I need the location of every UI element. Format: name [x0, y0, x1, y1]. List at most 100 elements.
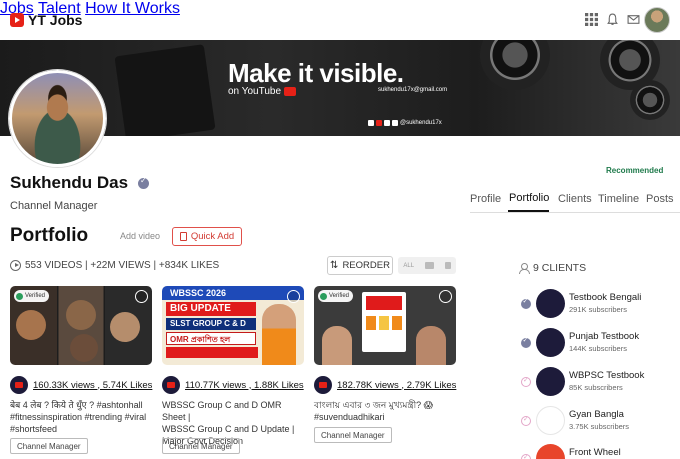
channel-icon [314, 376, 332, 394]
check-icon [521, 453, 531, 459]
client-item[interactable]: Punjab Testbook 144K subscribers [521, 328, 680, 358]
person-icon [519, 263, 530, 274]
youtube-icon [376, 120, 382, 126]
video-stats-text[interactable]: 160.33K views , 5.74K Likes [33, 380, 152, 391]
person-image [416, 326, 446, 365]
select-checkbox[interactable] [287, 290, 300, 303]
client-name: Testbook Bengali [569, 292, 642, 303]
client-name: WBPSC Testbook [569, 370, 645, 381]
header-icons [585, 13, 640, 26]
person-image [322, 326, 352, 365]
video-thumbnail[interactable]: Verified [314, 286, 456, 365]
person-image [262, 304, 296, 365]
portfolio-stats: 553 VIDEOS | +22M VIEWS | +834K LIKES [10, 260, 219, 271]
description-line: #shortsfeed [10, 424, 58, 434]
profile-avatar [9, 70, 106, 167]
video-stats: 110.77K views , 1.88K Likes [162, 376, 304, 394]
tab-portfolio[interactable]: Portfolio [509, 192, 549, 204]
portfolio-stats-text: 553 VIDEOS | +22M VIEWS | +834K LIKES [25, 260, 220, 271]
video-filter-icon[interactable] [424, 262, 434, 269]
role-tag: Channel Manager [314, 427, 392, 443]
client-name: Front Wheel [569, 447, 621, 458]
profile-role: Channel Manager [10, 200, 98, 212]
description-line: বাংলায় এবার ৩ জন মুখ্যমন্ত্রী? 😱 [314, 400, 434, 410]
clients-heading: 9 CLIENTS [519, 262, 586, 274]
client-avatar [536, 367, 565, 396]
video-stats-text[interactable]: 110.77K views , 1.88K Likes [185, 380, 304, 391]
instagram-icon [392, 120, 398, 126]
banner-title: Make it visible. [228, 58, 404, 88]
client-item[interactable]: Gyan Bangla 3.75K subscribers [521, 406, 680, 436]
active-tab-indicator [508, 210, 549, 212]
user-avatar[interactable] [644, 7, 670, 33]
shorts-filter-icon[interactable] [444, 262, 451, 269]
video-stats-text[interactable]: 182.78K views , 2.79K Likes [337, 380, 456, 391]
thumb-banner-text: WBSSC 2026 [162, 286, 304, 300]
view-filter-toggle[interactable]: ALL [398, 257, 456, 274]
role-tag: Channel Manager [162, 438, 240, 454]
bell-icon[interactable] [606, 13, 619, 26]
client-subscribers: 291K subscribers [569, 305, 627, 314]
x-icon [384, 120, 390, 126]
logo[interactable]: YT Jobs [10, 12, 82, 28]
client-subscribers: 144K subscribers [569, 344, 627, 353]
quick-add-button[interactable]: Quick Add [172, 227, 242, 246]
logo-text: YT Jobs [28, 12, 83, 28]
client-subscribers: 3.75K subscribers [569, 422, 630, 431]
video-description: बेब 4 लेब ? किये ते धुँए ? #ashtonhall #… [10, 399, 155, 435]
banner-handle-text: @sukhendu17x [400, 120, 442, 126]
role-tag: Channel Manager [10, 438, 88, 454]
video-description: বাংলায় এবার ৩ জন মুখ্যমন্ত্রী? 😱 #suven… [314, 399, 459, 423]
add-video-link[interactable]: Add video [120, 231, 160, 241]
top-bar: YT Jobs Jobs Talent How It Works [0, 0, 680, 40]
tab-clients[interactable]: Clients [558, 193, 592, 205]
nav-how-it-works[interactable]: How It Works [85, 0, 180, 17]
client-item[interactable]: Front Wheel [521, 444, 680, 459]
check-icon [521, 415, 531, 426]
client-avatar [536, 289, 565, 318]
play-circle-icon [10, 260, 21, 271]
check-icon [16, 292, 23, 300]
mail-icon[interactable] [627, 13, 640, 26]
channel-icon [162, 376, 180, 394]
check-icon [521, 297, 531, 309]
banner-subtitle-text: on YouTube [228, 86, 282, 97]
reorder-icon: ⇅ [330, 260, 339, 271]
face-image [66, 300, 96, 330]
clients-heading-text: 9 CLIENTS [533, 262, 587, 274]
client-name: Punjab Testbook [569, 331, 640, 342]
check-icon [521, 336, 531, 348]
select-checkbox[interactable] [439, 290, 452, 303]
client-avatar [536, 444, 565, 459]
youtube-icon [284, 87, 297, 96]
thumb-banner-text: BIG UPDATE [166, 302, 256, 316]
notebook-image [114, 44, 216, 136]
client-item[interactable]: WBPSC Testbook 85K subscribers [521, 367, 680, 397]
tab-profile[interactable]: Profile [470, 193, 501, 205]
reorder-button[interactable]: ⇅ REORDER [327, 256, 393, 275]
main-nav: Jobs Talent How It Works [0, 0, 680, 18]
grid-icon[interactable] [585, 13, 598, 26]
check-icon [320, 292, 327, 300]
client-name: Gyan Bangla [569, 409, 624, 420]
document-icon [179, 232, 187, 241]
video-thumbnail[interactable]: WBSSC 2026 BIG UPDATE SLST GROUP C & D O… [162, 286, 304, 365]
client-item[interactable]: Testbook Bengali 291K subscribers [521, 289, 680, 319]
recommended-label: Recommended [606, 166, 664, 175]
play-logo-icon [10, 13, 24, 27]
client-subscribers: 85K subscribers [569, 383, 623, 392]
verified-badge: Verified [318, 290, 354, 302]
quick-add-label: Quick Add [190, 231, 235, 242]
poster-face [379, 316, 389, 330]
tab-posts[interactable]: Posts [646, 193, 674, 205]
poster-image [362, 292, 406, 352]
video-stats: 160.33K views , 5.74K Likes [10, 376, 152, 394]
tab-timeline[interactable]: Timeline [598, 193, 639, 205]
video-thumbnail[interactable]: Verified [10, 286, 152, 365]
verified-badge-label: Verified [25, 293, 46, 299]
thumb-banner-text: OMR প্রকাশিত হল [166, 332, 256, 345]
channel-icon [10, 376, 28, 394]
select-checkbox[interactable] [135, 290, 148, 303]
filter-all[interactable]: ALL [403, 263, 414, 269]
poster-header [366, 296, 402, 310]
